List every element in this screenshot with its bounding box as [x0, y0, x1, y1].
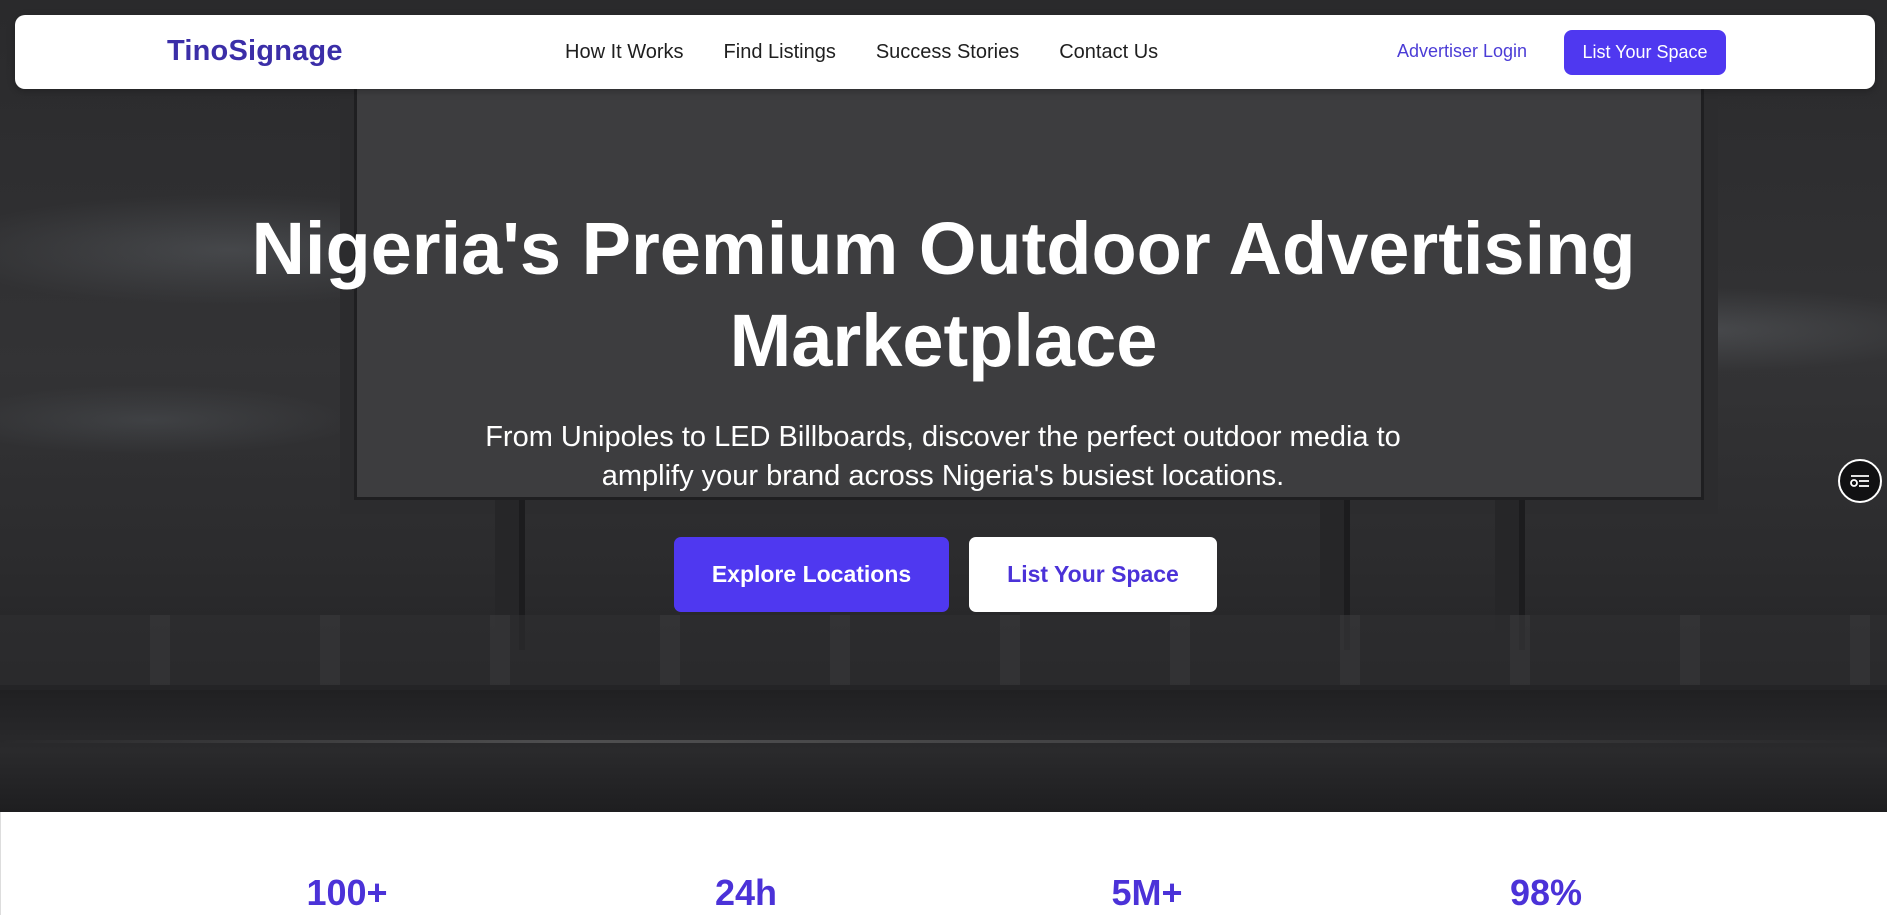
- hero-subtitle: From Unipoles to LED Billboards, discove…: [443, 418, 1443, 496]
- top-navbar: TinoSignage How It Works Find Listings S…: [15, 15, 1875, 89]
- stats-section: 100+ 24h 5M+ 98%: [0, 812, 1887, 915]
- roadside-railing: [0, 615, 1887, 685]
- road: [0, 690, 1887, 812]
- stat-value: 5M+: [1111, 872, 1183, 913]
- hero-section: Nigeria's Premium Outdoor Advertising Ma…: [0, 0, 1887, 812]
- stat-value: 98%: [1509, 872, 1583, 913]
- nav-link-how-it-works[interactable]: How It Works: [565, 41, 684, 64]
- site-logo[interactable]: TinoSignage: [167, 35, 343, 68]
- list-your-space-hero-button[interactable]: List Your Space: [969, 537, 1217, 612]
- list-your-space-nav-button[interactable]: List Your Space: [1564, 30, 1726, 75]
- nav-links: How It Works Find Listings Success Stori…: [565, 41, 1198, 64]
- hero-title: Nigeria's Premium Outdoor Advertising Ma…: [0, 203, 1887, 387]
- stat-value: 100+: [306, 872, 388, 913]
- hero-subtitle-line2: amplify your brand across Nigeria's busi…: [601, 460, 1285, 492]
- floating-settings-button[interactable]: [1838, 459, 1882, 503]
- hero-title-line2: Marketplace: [729, 299, 1158, 382]
- nav-link-success-stories[interactable]: Success Stories: [876, 41, 1019, 64]
- advertiser-login-link[interactable]: Advertiser Login: [1397, 41, 1527, 62]
- hero-title-line1: Nigeria's Premium Outdoor Advertising: [251, 207, 1636, 290]
- explore-locations-button[interactable]: Explore Locations: [674, 537, 949, 612]
- nav-link-find-listings[interactable]: Find Listings: [724, 41, 836, 64]
- toggle-settings-icon: [1850, 475, 1869, 487]
- hero-subtitle-line1: From Unipoles to LED Billboards, discove…: [485, 421, 1401, 453]
- stat-value: 24h: [714, 872, 778, 913]
- road-line: [0, 740, 1887, 743]
- nav-link-contact-us[interactable]: Contact Us: [1059, 41, 1158, 64]
